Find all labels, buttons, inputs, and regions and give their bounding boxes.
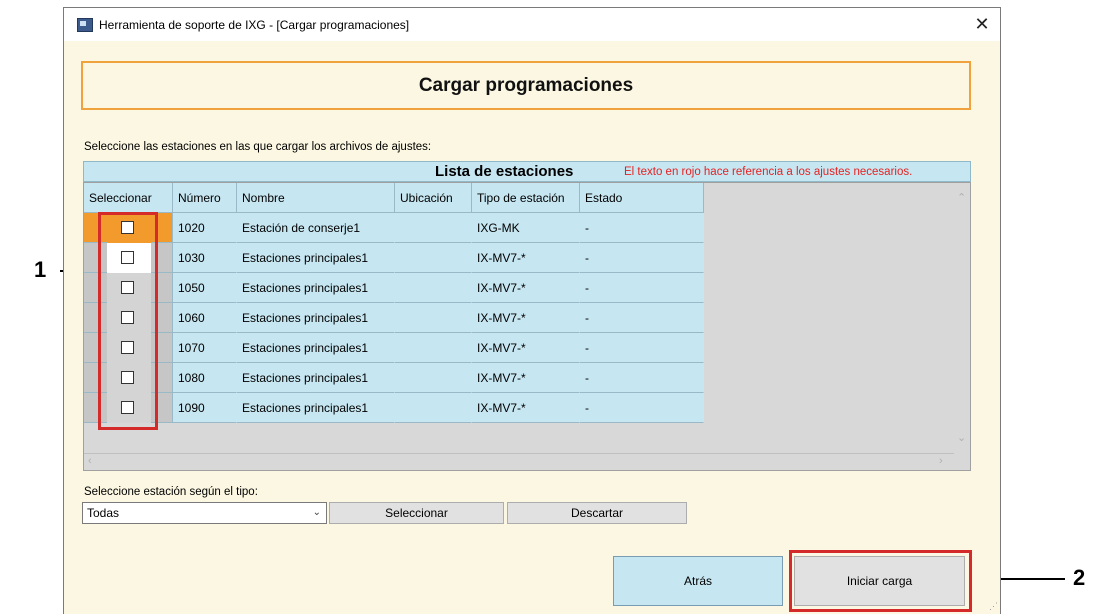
cell-status: - — [580, 333, 704, 363]
table-row[interactable]: 1050 Estaciones principales1 IX-MV7-* - — [84, 273, 704, 303]
required-settings-hint: El texto en rojo hace referencia a los a… — [624, 166, 913, 178]
start-upload-button[interactable]: Iniciar carga — [794, 556, 965, 606]
cell-location — [395, 333, 472, 363]
station-type-selected: Todas — [87, 506, 120, 520]
cell-station-type: IX-MV7-* — [472, 363, 580, 393]
vertical-scrollbar[interactable]: ⌃ ⌄ — [953, 183, 970, 453]
cell-status: - — [580, 243, 704, 273]
table-row[interactable]: 1080 Estaciones principales1 IX-MV7-* - — [84, 363, 704, 393]
screenshot-stage: 1 2 Herramienta de soporte de IXG - [Car… — [0, 0, 1096, 614]
clear-selection-button[interactable]: Descartar — [507, 502, 687, 524]
instruction-text: Seleccione las estaciones en las que car… — [84, 141, 432, 153]
cell-status: - — [580, 393, 704, 423]
column-header-select[interactable]: Seleccionar — [84, 183, 173, 213]
app-icon — [77, 18, 93, 32]
cell-name: Estación de conserje1 — [237, 213, 395, 243]
station-table[interactable]: Seleccionar Número Nombre Ubicación Tipo… — [83, 182, 971, 471]
app-window: Herramienta de soporte de IXG - [Cargar … — [63, 7, 1001, 614]
cell-number: 1080 — [173, 363, 237, 393]
station-type-dropdown[interactable]: Todas ⌄ — [82, 502, 327, 524]
cell-station-type: IXG-MK — [472, 213, 580, 243]
station-list-title: Lista de estaciones — [435, 163, 574, 180]
table-row[interactable]: 1070 Estaciones principales1 IX-MV7-* - — [84, 333, 704, 363]
column-header-location[interactable]: Ubicación — [395, 183, 472, 213]
cell-number: 1070 — [173, 333, 237, 363]
cell-location — [395, 273, 472, 303]
table-row[interactable]: 1060 Estaciones principales1 IX-MV7-* - — [84, 303, 704, 333]
cell-number: 1020 — [173, 213, 237, 243]
select-column-highlight — [98, 212, 158, 430]
cell-location — [395, 393, 472, 423]
cell-location — [395, 243, 472, 273]
scroll-left-icon[interactable]: ‹ — [88, 455, 92, 467]
cell-name: Estaciones principales1 — [237, 333, 395, 363]
window-title: Herramienta de soporte de IXG - [Cargar … — [99, 18, 410, 32]
table-row[interactable]: 1020 Estación de conserje1 IXG-MK - — [84, 213, 704, 243]
back-button[interactable]: Atrás — [613, 556, 783, 606]
callout-2-number: 2 — [1073, 565, 1086, 590]
callout-1-number: 1 — [34, 257, 47, 282]
select-by-type-button[interactable]: Seleccionar — [329, 502, 504, 524]
cell-name: Estaciones principales1 — [237, 273, 395, 303]
cell-station-type: IX-MV7-* — [472, 303, 580, 333]
cell-status: - — [580, 303, 704, 333]
cell-name: Estaciones principales1 — [237, 303, 395, 333]
close-icon[interactable]: ✕ — [970, 12, 994, 36]
cell-location — [395, 303, 472, 333]
cell-status: - — [580, 273, 704, 303]
title-bar: Herramienta de soporte de IXG - [Cargar … — [64, 8, 1000, 41]
cell-location — [395, 363, 472, 393]
station-list-header: Lista de estaciones El texto en rojo hac… — [83, 161, 971, 182]
table-row[interactable]: 1030 Estaciones principales1 IX-MV7-* - — [84, 243, 704, 273]
column-header-station-type[interactable]: Tipo de estación — [472, 183, 580, 213]
column-header-name[interactable]: Nombre — [237, 183, 395, 213]
cell-name: Estaciones principales1 — [237, 393, 395, 423]
cell-number: 1030 — [173, 243, 237, 273]
cell-status: - — [580, 213, 704, 243]
cell-station-type: IX-MV7-* — [472, 273, 580, 303]
cell-name: Estaciones principales1 — [237, 243, 395, 273]
cell-number: 1060 — [173, 303, 237, 333]
column-header-status[interactable]: Estado — [580, 183, 704, 213]
chevron-down-icon: ⌄ — [312, 507, 321, 518]
column-header-number[interactable]: Número — [173, 183, 237, 213]
cell-location — [395, 213, 472, 243]
horizontal-scrollbar[interactable]: ‹ › — [84, 453, 954, 470]
page-title: Cargar programaciones — [418, 75, 634, 96]
cell-name: Estaciones principales1 — [237, 363, 395, 393]
resize-grip-icon[interactable]: ⋰ — [989, 601, 998, 612]
cell-station-type: IX-MV7-* — [472, 243, 580, 273]
page-header: Cargar programaciones — [81, 61, 971, 110]
scroll-right-icon[interactable]: › — [939, 455, 943, 467]
cell-number: 1050 — [173, 273, 237, 303]
scroll-up-icon[interactable]: ⌃ — [957, 191, 966, 204]
type-filter-label: Seleccione estación según el tipo: — [84, 486, 258, 498]
scroll-down-icon[interactable]: ⌄ — [957, 431, 966, 444]
cell-number: 1090 — [173, 393, 237, 423]
cell-station-type: IX-MV7-* — [472, 333, 580, 363]
cell-status: - — [580, 363, 704, 393]
table-row[interactable]: 1090 Estaciones principales1 IX-MV7-* - — [84, 393, 704, 423]
cell-station-type: IX-MV7-* — [472, 393, 580, 423]
